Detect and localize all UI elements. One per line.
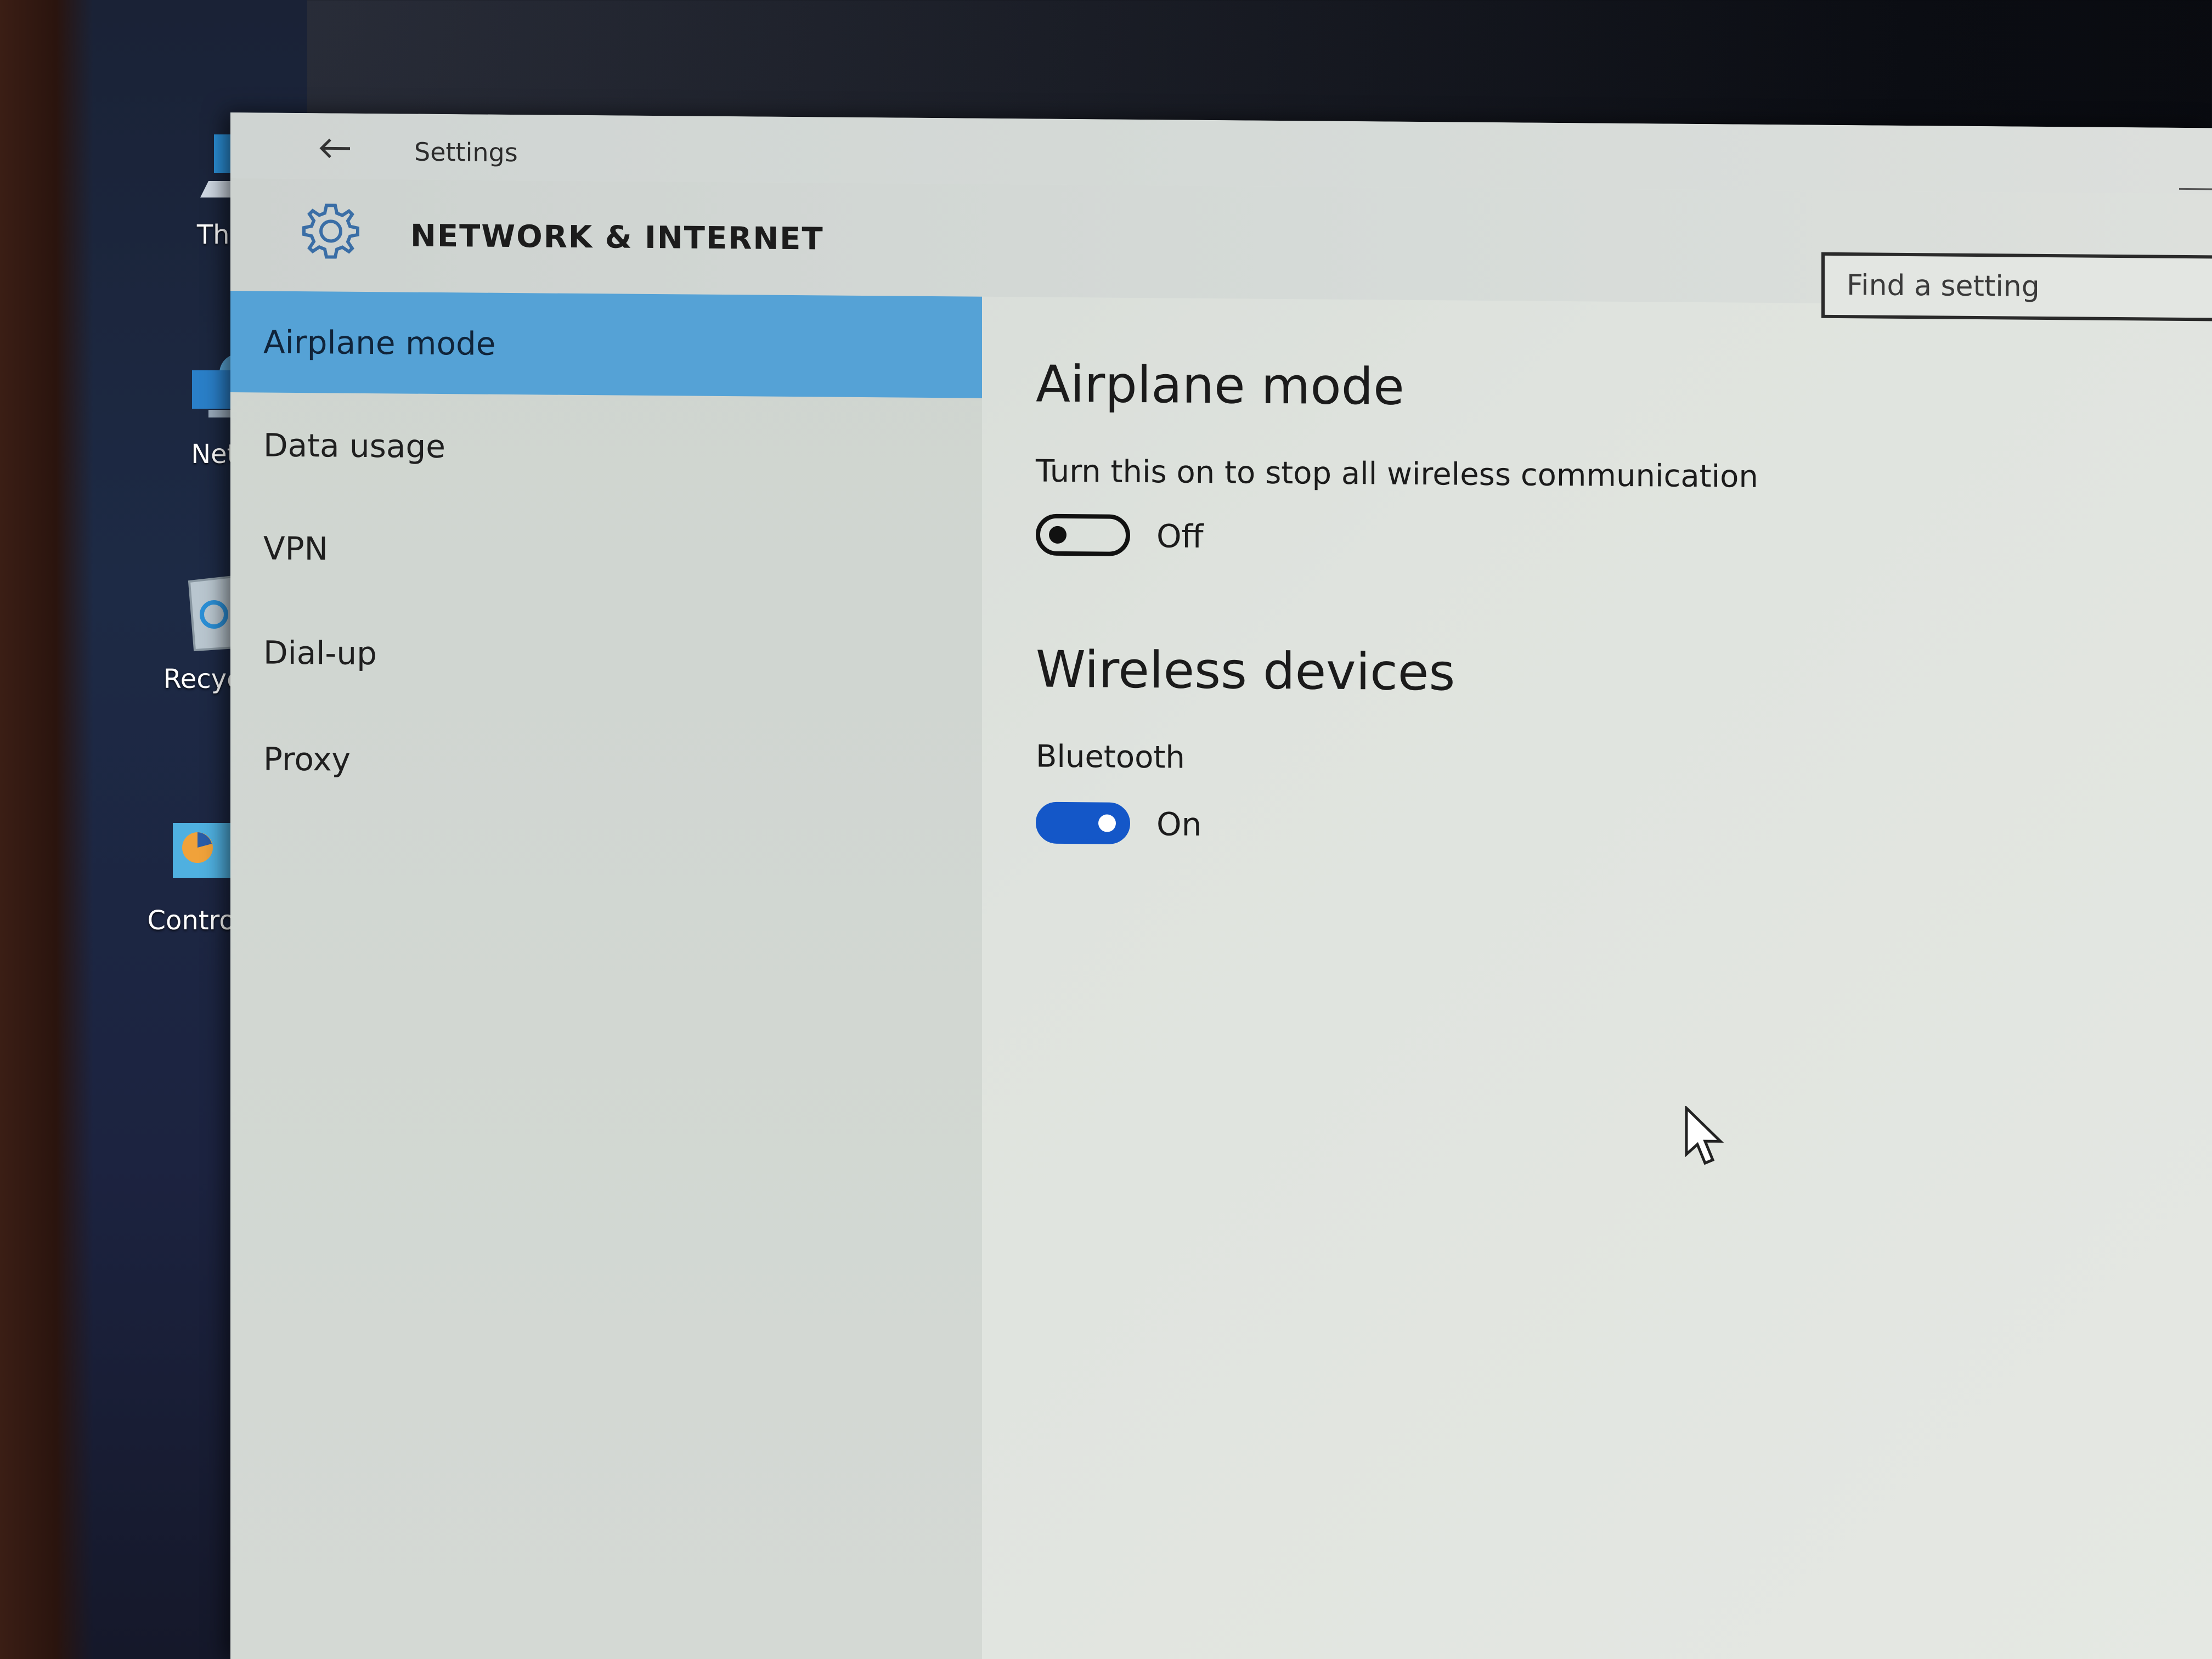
window-title: Settings (414, 137, 518, 168)
airplane-mode-state: Off (1156, 517, 1204, 555)
back-button[interactable] (313, 132, 357, 165)
airplane-mode-toggle[interactable] (1036, 514, 1130, 556)
sidebar-item-data-usage[interactable]: Data usage (230, 394, 982, 501)
sidebar-item-label: Proxy (263, 740, 351, 778)
bluetooth-state: On (1156, 805, 1202, 843)
sidebar-item-label: VPN (263, 529, 329, 567)
toggle-knob (1098, 814, 1116, 832)
toggle-knob (1049, 526, 1066, 544)
sidebar-item-label: Data usage (263, 426, 445, 465)
settings-header: NETWORK & INTERNET (230, 178, 2212, 321)
wireless-devices-heading: Wireless devices (1036, 640, 1455, 702)
bluetooth-toggle[interactable] (1036, 802, 1130, 844)
sidebar-item-label: Dial-up (263, 633, 377, 672)
sidebar-item-proxy[interactable]: Proxy (230, 708, 982, 815)
sidebar-item-vpn[interactable]: VPN (230, 497, 982, 605)
airplane-mode-heading: Airplane mode (1036, 354, 1404, 416)
settings-window: Settings NETWORK & INTERNET Airplane mod… (230, 112, 2212, 1659)
gear-icon (302, 204, 359, 259)
search-input[interactable] (1825, 268, 2212, 306)
mouse-cursor-icon (1685, 1105, 1724, 1165)
airplane-mode-description: Turn this on to stop all wireless commun… (1036, 453, 1758, 495)
bluetooth-label: Bluetooth (1036, 738, 1185, 776)
sidebar-item-label: Airplane mode (263, 323, 496, 363)
page-title: NETWORK & INTERNET (410, 218, 824, 257)
sidebar: Airplane mode Data usage VPN Dial-up Pro… (230, 291, 982, 1659)
back-arrow-icon (319, 138, 350, 159)
desktop-edge (0, 0, 93, 1659)
sidebar-item-airplane-mode[interactable]: Airplane mode (230, 291, 982, 398)
sidebar-item-dial-up[interactable]: Dial-up (230, 601, 982, 709)
content-pane: Airplane mode Turn this on to stop all w… (982, 297, 2212, 1659)
